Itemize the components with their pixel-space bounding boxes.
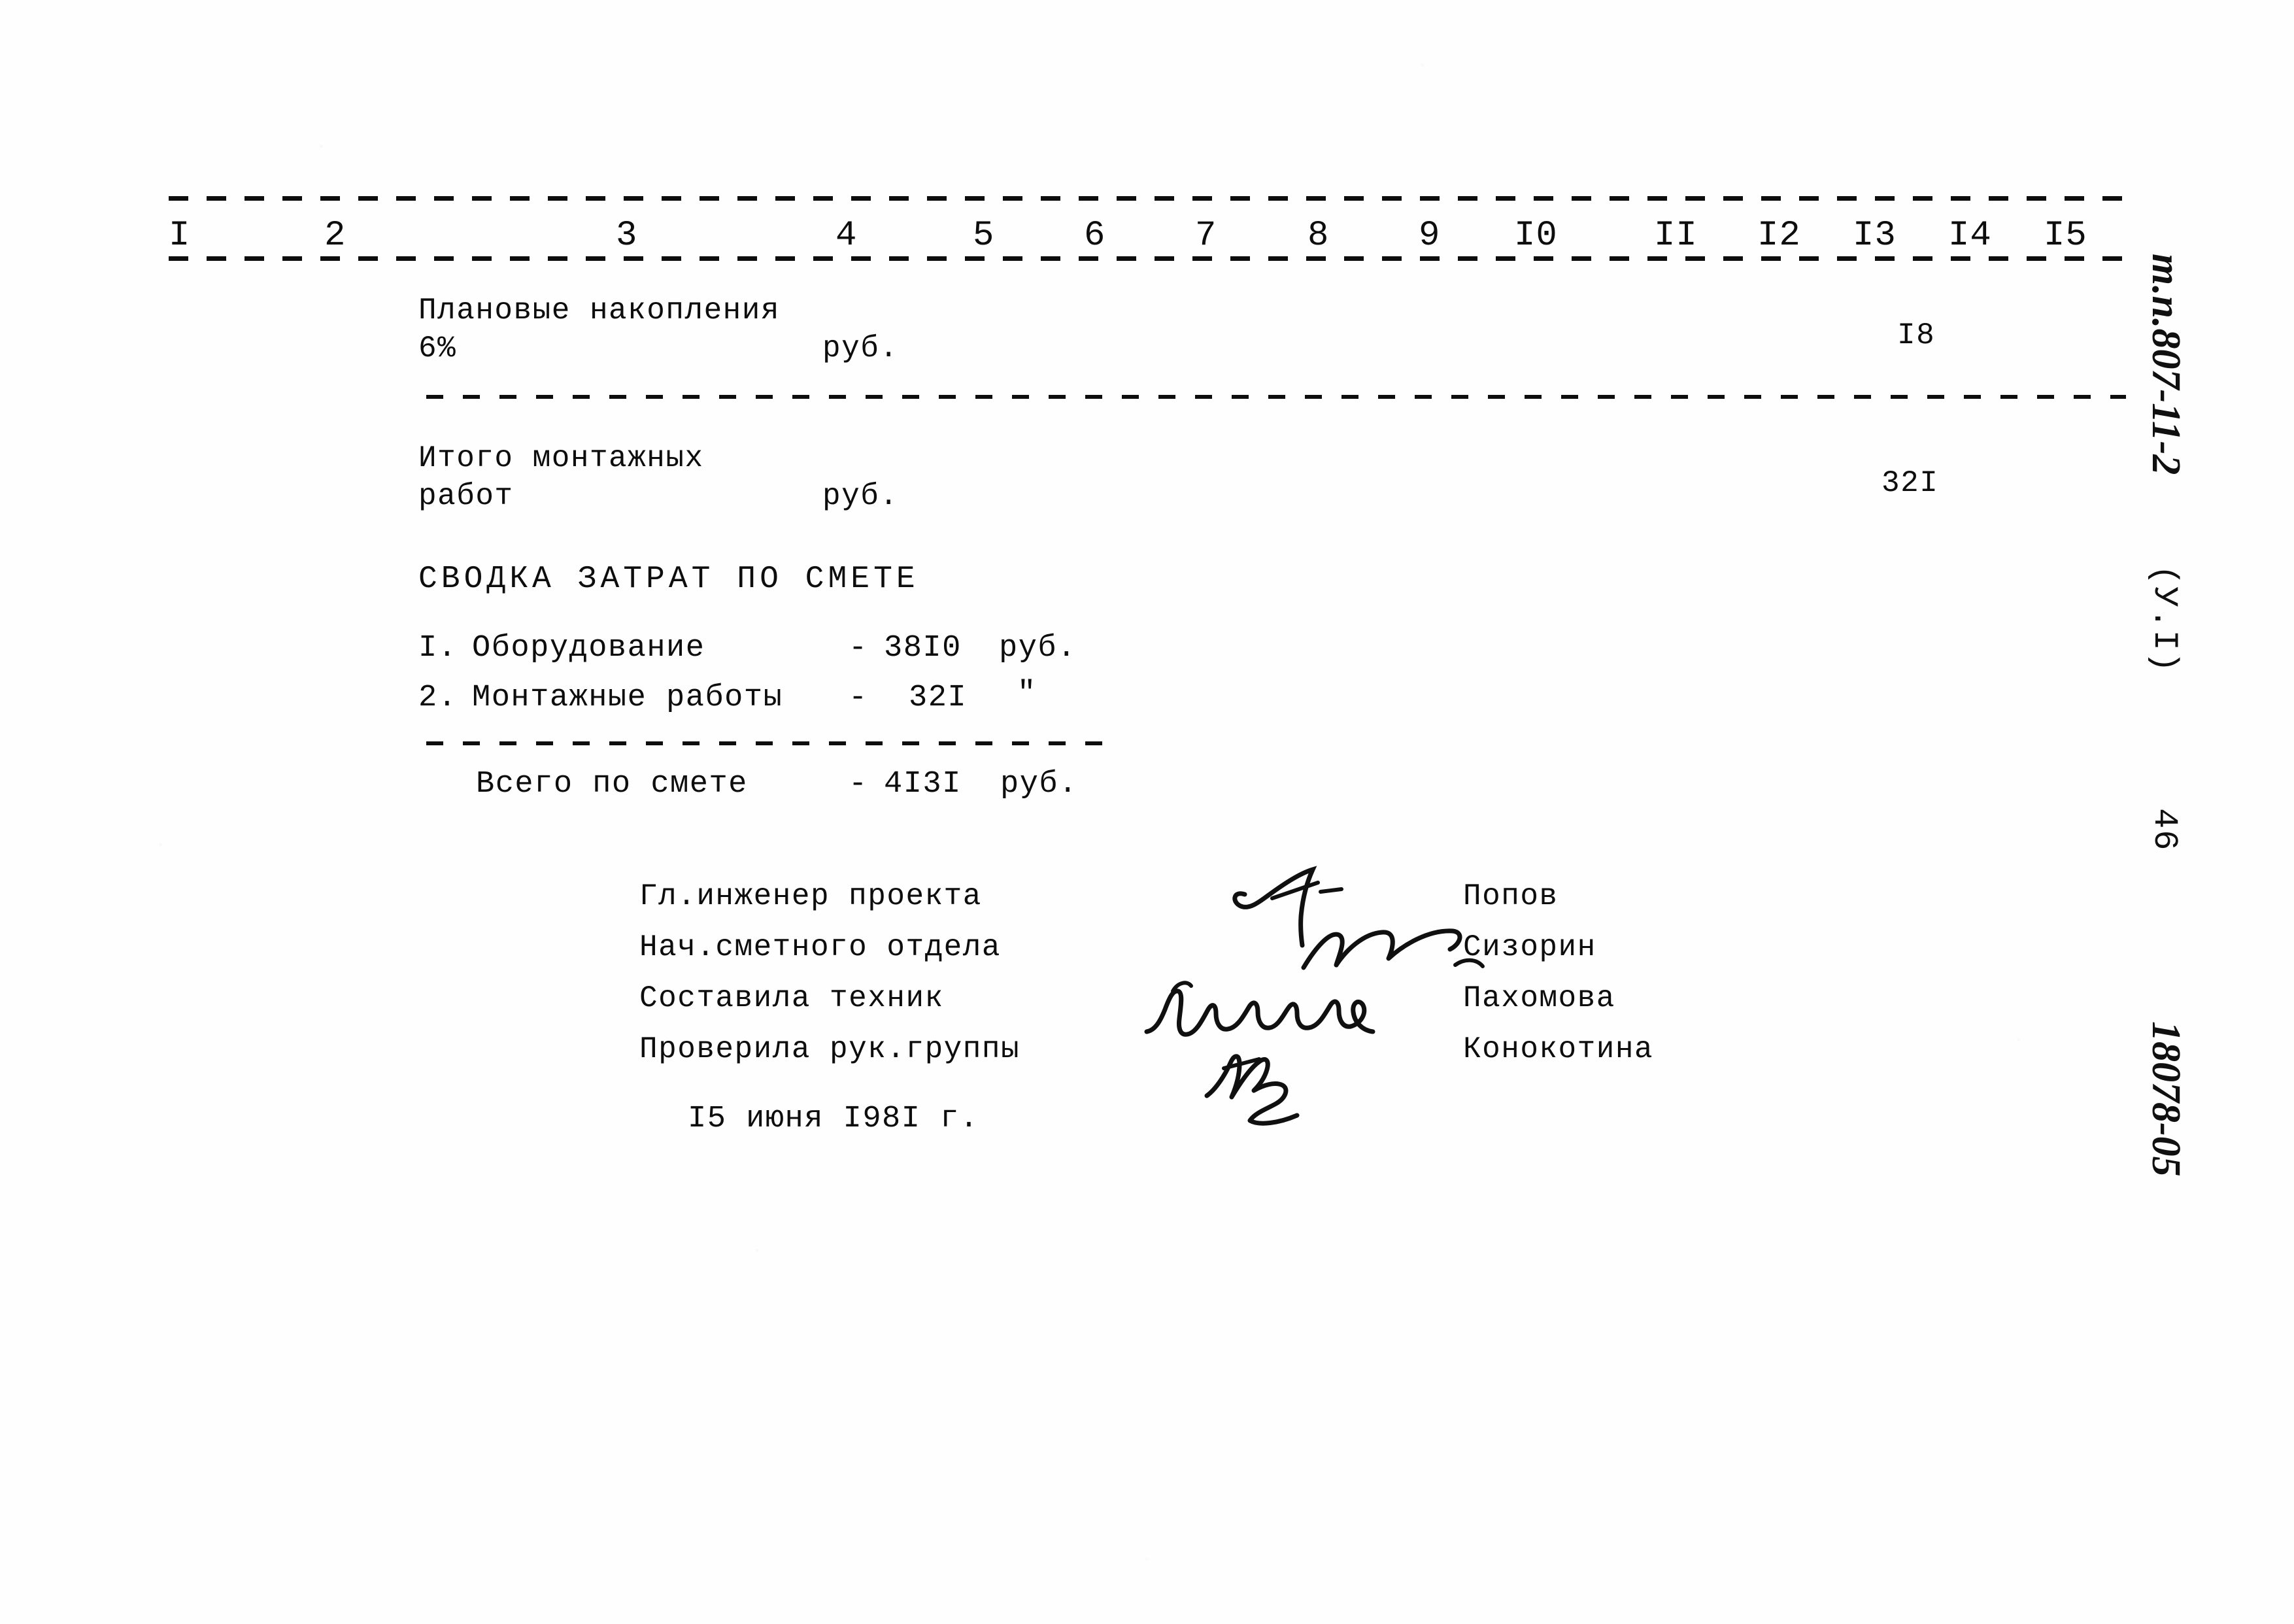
handwritten-signature-3 bbox=[1143, 975, 1411, 1047]
column-number-row: I 2 3 4 5 6 7 8 9 I0 II I2 I3 I4 I5 bbox=[169, 216, 2130, 256]
column-number-15: I5 bbox=[2044, 216, 2087, 256]
handwritten-signature-2 bbox=[1301, 918, 1491, 990]
column-number-2: 2 bbox=[324, 216, 346, 256]
column-number-9: 9 bbox=[1419, 216, 1441, 256]
summary-total-label: Всего по смете bbox=[476, 767, 748, 802]
signature-role-1: Гл.инженер проекта bbox=[639, 879, 982, 913]
column-number-8: 8 bbox=[1307, 216, 1330, 256]
signature-role-3: Составила техник bbox=[639, 981, 944, 1015]
summary-total-unit: руб. bbox=[1000, 767, 1078, 802]
margin-section-label: (У.I) bbox=[2145, 565, 2184, 674]
summary-total-amount: 4I3I bbox=[884, 767, 962, 802]
summary-item-1-number: I. bbox=[418, 631, 458, 666]
handwritten-signature-1 bbox=[1229, 864, 1399, 949]
table-rule-top bbox=[169, 196, 2127, 201]
column-number-12: I2 bbox=[1757, 216, 1801, 256]
column-number-7: 7 bbox=[1195, 216, 1217, 256]
summary-item-2-number: 2. bbox=[418, 681, 458, 715]
signatory-name-3: Пахомова bbox=[1463, 981, 1615, 1015]
margin-page-number: 46 bbox=[2145, 808, 2184, 852]
margin-project-code: т.п.807-11-2 bbox=[2144, 254, 2188, 475]
table-rule-under-numbers bbox=[169, 256, 2127, 261]
column-number-11: II bbox=[1654, 216, 1698, 256]
signatory-name-1: Попов bbox=[1463, 879, 1559, 913]
column-number-4: 4 bbox=[835, 216, 858, 256]
column-number-10: I0 bbox=[1514, 216, 1558, 256]
row-2-label-line-1: Итого монтажных bbox=[418, 441, 704, 475]
summary-heading: СВОДКА ЗАТРАТ ПО СМЕТЕ bbox=[418, 562, 919, 597]
signatory-name-2: Сизорин bbox=[1463, 930, 1596, 964]
date-line: I5 июня I98I г. bbox=[688, 1102, 979, 1136]
summary-item-1-name: Оборудование bbox=[472, 631, 705, 666]
summary-total-rule bbox=[426, 741, 1102, 745]
summary-item-1-dash: - bbox=[849, 631, 868, 666]
column-number-14: I4 bbox=[1948, 216, 1992, 256]
column-number-13: I3 bbox=[1853, 216, 1897, 256]
signatory-name-4: Конокотина bbox=[1463, 1032, 1654, 1066]
row-1-value: I8 bbox=[1897, 318, 1936, 352]
row-1-unit: руб. bbox=[822, 331, 899, 365]
document-page: I 2 3 4 5 6 7 8 9 I0 II I2 I3 I4 I5 План… bbox=[0, 0, 2294, 1624]
summary-item-2-amount: 32I bbox=[909, 681, 968, 715]
column-number-6: 6 bbox=[1084, 216, 1106, 256]
summary-item-1-unit: руб. bbox=[999, 631, 1077, 666]
row-1-label-line-1: Плановые накопления bbox=[418, 294, 780, 328]
summary-item-2-unit: " bbox=[1017, 677, 1037, 711]
signature-role-4: Проверила рук.группы bbox=[639, 1032, 1020, 1066]
row-2-unit: руб. bbox=[822, 479, 899, 513]
column-number-3: 3 bbox=[616, 216, 638, 256]
row-2-label-line-2: работ bbox=[418, 479, 514, 513]
column-number-1: I bbox=[169, 216, 191, 256]
summary-item-2-dash: - bbox=[849, 681, 868, 715]
handwritten-signature-4 bbox=[1202, 1045, 1352, 1126]
summary-item-1-amount: 38I0 bbox=[884, 631, 962, 666]
signature-role-2: Нач.сметного отдела bbox=[639, 930, 1001, 964]
row-1-label-line-2: 6% bbox=[418, 331, 457, 365]
column-number-5: 5 bbox=[973, 216, 995, 256]
row-2-value: 32I bbox=[1881, 466, 1939, 500]
row-1-bottom-rule bbox=[426, 395, 2126, 399]
summary-total-dash: - bbox=[849, 767, 868, 802]
margin-archive-code: 18078-05 bbox=[2144, 1021, 2188, 1177]
summary-item-2-name: Монтажные работы bbox=[472, 681, 783, 715]
